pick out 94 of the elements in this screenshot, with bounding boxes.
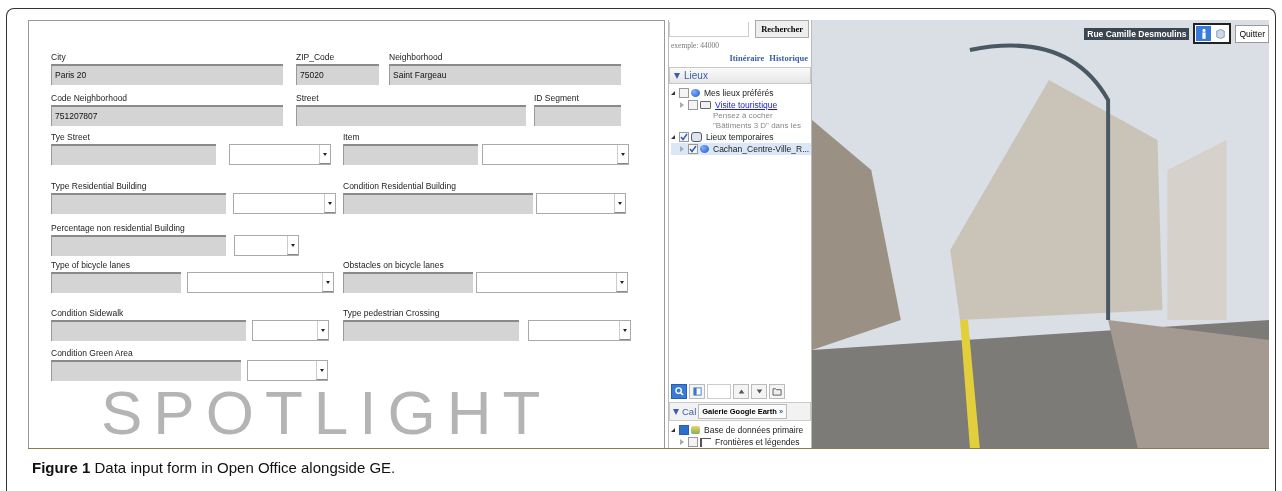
item-description: Pensez à cocher [712, 111, 774, 121]
person-button[interactable] [1196, 26, 1212, 41]
expander-icon[interactable] [671, 428, 675, 432]
dropdown[interactable] [482, 144, 629, 165]
logo-text: SPOTLIGHT [101, 385, 552, 441]
dropdown[interactable] [234, 235, 299, 256]
text-field[interactable]: 751207807 [51, 105, 283, 126]
field-label: ZIP_Code [296, 52, 336, 62]
caret-icon [319, 145, 330, 164]
field-label: Percentage non residential Building [51, 223, 186, 233]
field-label: Obstacles on bicycle lanes [343, 260, 445, 270]
text-field[interactable] [296, 105, 526, 126]
up-button[interactable] [733, 384, 749, 399]
dropdown[interactable] [476, 272, 628, 293]
text-field[interactable] [343, 320, 519, 341]
dropdown[interactable] [233, 193, 336, 214]
dropdown[interactable] [247, 360, 328, 381]
field-label: Type of bicycle lanes [51, 260, 131, 270]
search-button[interactable] [671, 384, 687, 399]
field-label: ID Segment [534, 93, 580, 103]
text-field[interactable] [51, 360, 241, 381]
text-field[interactable] [51, 235, 226, 256]
field-label: Neighborhood [389, 52, 444, 62]
text-field[interactable] [707, 384, 731, 399]
down-button[interactable] [751, 384, 767, 399]
text-field[interactable] [343, 272, 473, 293]
caret-icon [614, 194, 625, 213]
dropdown[interactable] [528, 320, 631, 341]
cube-icon [1216, 27, 1226, 40]
panel-header[interactable]: Lieux [669, 67, 811, 84]
text-field[interactable] [51, 272, 181, 293]
dropdown[interactable] [229, 144, 331, 165]
checkbox[interactable] [679, 425, 689, 435]
tree-item[interactable]: Frontières et légendes [715, 437, 800, 447]
caret-icon [316, 361, 327, 380]
folder-icon [700, 101, 711, 109]
checkbox[interactable] [679, 88, 689, 98]
dropdown[interactable] [536, 193, 626, 214]
down-triangle-icon [755, 388, 763, 395]
figure-caption: Figure 1 Data input form in Open Office alongside GE. [32, 459, 397, 476]
text-field[interactable] [51, 320, 246, 341]
field-label: Code Neighborhood [51, 93, 129, 103]
folder-icon [771, 387, 783, 396]
dropdown[interactable] [187, 272, 334, 293]
panel-header[interactable]: Cal [671, 406, 697, 417]
text-field[interactable] [51, 193, 226, 214]
up-triangle-icon [737, 388, 745, 395]
text-field[interactable] [343, 144, 478, 165]
checkbox[interactable] [679, 132, 689, 142]
caret-icon [322, 273, 333, 292]
tree-item[interactable]: Visite touristique [715, 100, 778, 110]
caret-icon [317, 321, 328, 340]
field-label: Tye Street [51, 132, 91, 142]
globe-icon [700, 145, 709, 153]
text-field[interactable] [343, 193, 533, 214]
checkbox[interactable] [688, 144, 698, 154]
field-label: Condition Residential Building [343, 181, 457, 191]
field-label: Condition Green Area [51, 348, 134, 358]
folder-button[interactable] [769, 384, 785, 399]
text-field[interactable]: Saint Fargeau [389, 64, 621, 85]
search-icon [674, 387, 684, 396]
globe-icon [691, 89, 700, 97]
panel-icon [692, 387, 702, 396]
checkbox[interactable] [688, 437, 698, 447]
text-field[interactable] [534, 105, 621, 126]
layers-icon [691, 426, 700, 434]
field-label: City [51, 52, 67, 62]
person-icon [1200, 27, 1208, 40]
tree-item[interactable]: Mes lieux préférés [704, 88, 774, 98]
field-label: Type Residential Building [51, 181, 148, 191]
field-label: Street [296, 93, 320, 103]
dropdown[interactable] [252, 320, 329, 341]
search-field[interactable] [669, 21, 749, 37]
caret-icon [619, 321, 630, 340]
panel-button[interactable] [689, 384, 705, 399]
field-label: Condition Sidewalk [51, 308, 125, 318]
text-field[interactable] [51, 144, 216, 165]
caret-icon [617, 145, 628, 164]
link[interactable]: Itinéraire [729, 53, 765, 63]
expander-icon[interactable] [671, 91, 675, 95]
text-field[interactable]: Paris 20 [51, 64, 283, 85]
caret-icon [616, 273, 627, 292]
caret-icon [324, 194, 335, 213]
text-field[interactable]: 75020 [296, 64, 379, 85]
tree-item[interactable]: Lieux temporaires [706, 132, 774, 142]
tree-item[interactable]: Base de données primaire [704, 425, 804, 435]
link[interactable]: Historique [769, 53, 808, 63]
caret-icon [287, 236, 298, 255]
item-description: "Bâtiments 3 D" dans les [712, 121, 802, 131]
field-label: Type pedestrian Crossing [343, 308, 441, 318]
field-label: Item [343, 132, 361, 142]
search-button[interactable]: Rechercher [755, 20, 809, 38]
expander-icon[interactable] [671, 135, 675, 139]
checkbox[interactable] [688, 100, 698, 110]
